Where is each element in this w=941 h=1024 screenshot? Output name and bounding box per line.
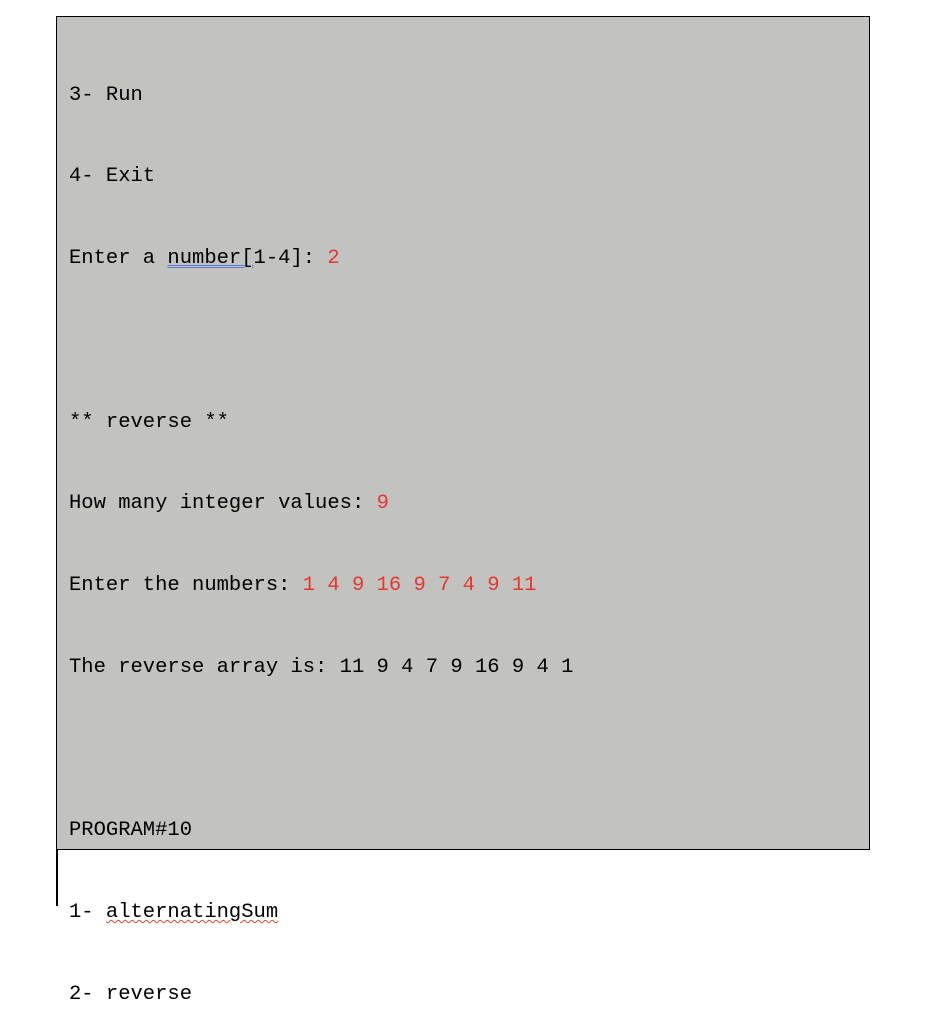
menu-item-reverse: 2- reverse bbox=[69, 981, 857, 1008]
program-header: PROGRAM#10 bbox=[69, 817, 857, 844]
user-input-choice: 2 bbox=[327, 247, 339, 270]
prompt-numbers: Enter the numbers: 1 4 9 16 9 7 4 9 11 bbox=[69, 572, 857, 599]
blank-line bbox=[69, 736, 857, 763]
blank-line bbox=[69, 327, 857, 354]
page: 3- Run 4- Exit Enter a number[1-4]: 2 **… bbox=[0, 0, 941, 1024]
prompt-choose-1: Enter a number[1-4]: 2 bbox=[69, 245, 857, 272]
reverse-result: The reverse array is: 11 9 4 7 9 16 9 4 … bbox=[69, 654, 857, 681]
terminal-output: 3- Run 4- Exit Enter a number[1-4]: 2 **… bbox=[56, 16, 870, 850]
prompt-howmany-label: How many integer values: bbox=[69, 492, 377, 515]
user-input-count: 9 bbox=[377, 492, 389, 515]
number-link: number[ bbox=[167, 247, 253, 270]
menu-item-run: 3- Run bbox=[69, 82, 857, 109]
menu-item-exit: 4- Exit bbox=[69, 163, 857, 190]
section-reverse-header: ** reverse ** bbox=[69, 409, 857, 436]
user-input-numbers: 1 4 9 16 9 7 4 9 11 bbox=[303, 574, 537, 597]
alternatingsum-word: alternatingSum bbox=[106, 901, 278, 924]
prompt-suffix: 1-4]: bbox=[254, 247, 328, 270]
menu-prefix: 1- bbox=[69, 901, 106, 924]
menu-item-altsum: 1- alternatingSum bbox=[69, 899, 857, 926]
prompt-howmany: How many integer values: 9 bbox=[69, 490, 857, 517]
prompt-prefix: Enter a bbox=[69, 247, 167, 270]
cursor-tick bbox=[56, 850, 58, 906]
prompt-numbers-label: Enter the numbers: bbox=[69, 574, 303, 597]
